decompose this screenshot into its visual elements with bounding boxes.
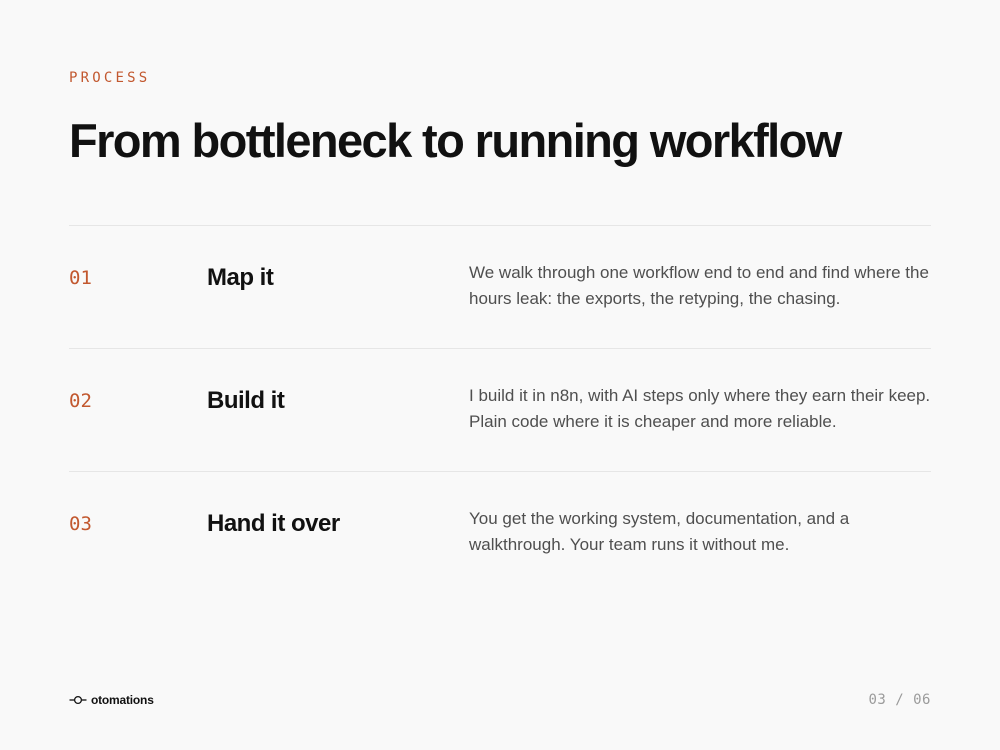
step-number: 02 xyxy=(69,390,92,412)
divider xyxy=(69,348,931,349)
step-title: Build it xyxy=(207,387,285,414)
divider xyxy=(69,471,931,472)
process-step: 02 Build it I build it in n8n, with AI s… xyxy=(0,386,1000,490)
process-step: 03 Hand it over You get the working syst… xyxy=(0,509,1000,613)
step-number: 01 xyxy=(69,267,92,289)
divider xyxy=(69,225,931,226)
step-number: 03 xyxy=(69,513,92,535)
slide-title: From bottleneck to running workflow xyxy=(69,114,842,167)
brand-logo: otomations xyxy=(69,693,154,707)
step-title: Map it xyxy=(207,264,274,291)
brand-name: otomations xyxy=(91,693,154,707)
process-step: 01 Map it We walk through one workflow e… xyxy=(0,263,1000,367)
node-line-icon xyxy=(69,695,87,705)
step-description: We walk through one workflow end to end … xyxy=(469,263,929,308)
step-description: You get the working system, documentatio… xyxy=(469,509,850,554)
step-title: Hand it over xyxy=(207,510,340,537)
section-eyebrow: PROCESS xyxy=(69,70,151,86)
step-description: I build it in n8n, with AI steps only wh… xyxy=(469,386,931,431)
page-number: 03 / 06 xyxy=(868,692,931,708)
